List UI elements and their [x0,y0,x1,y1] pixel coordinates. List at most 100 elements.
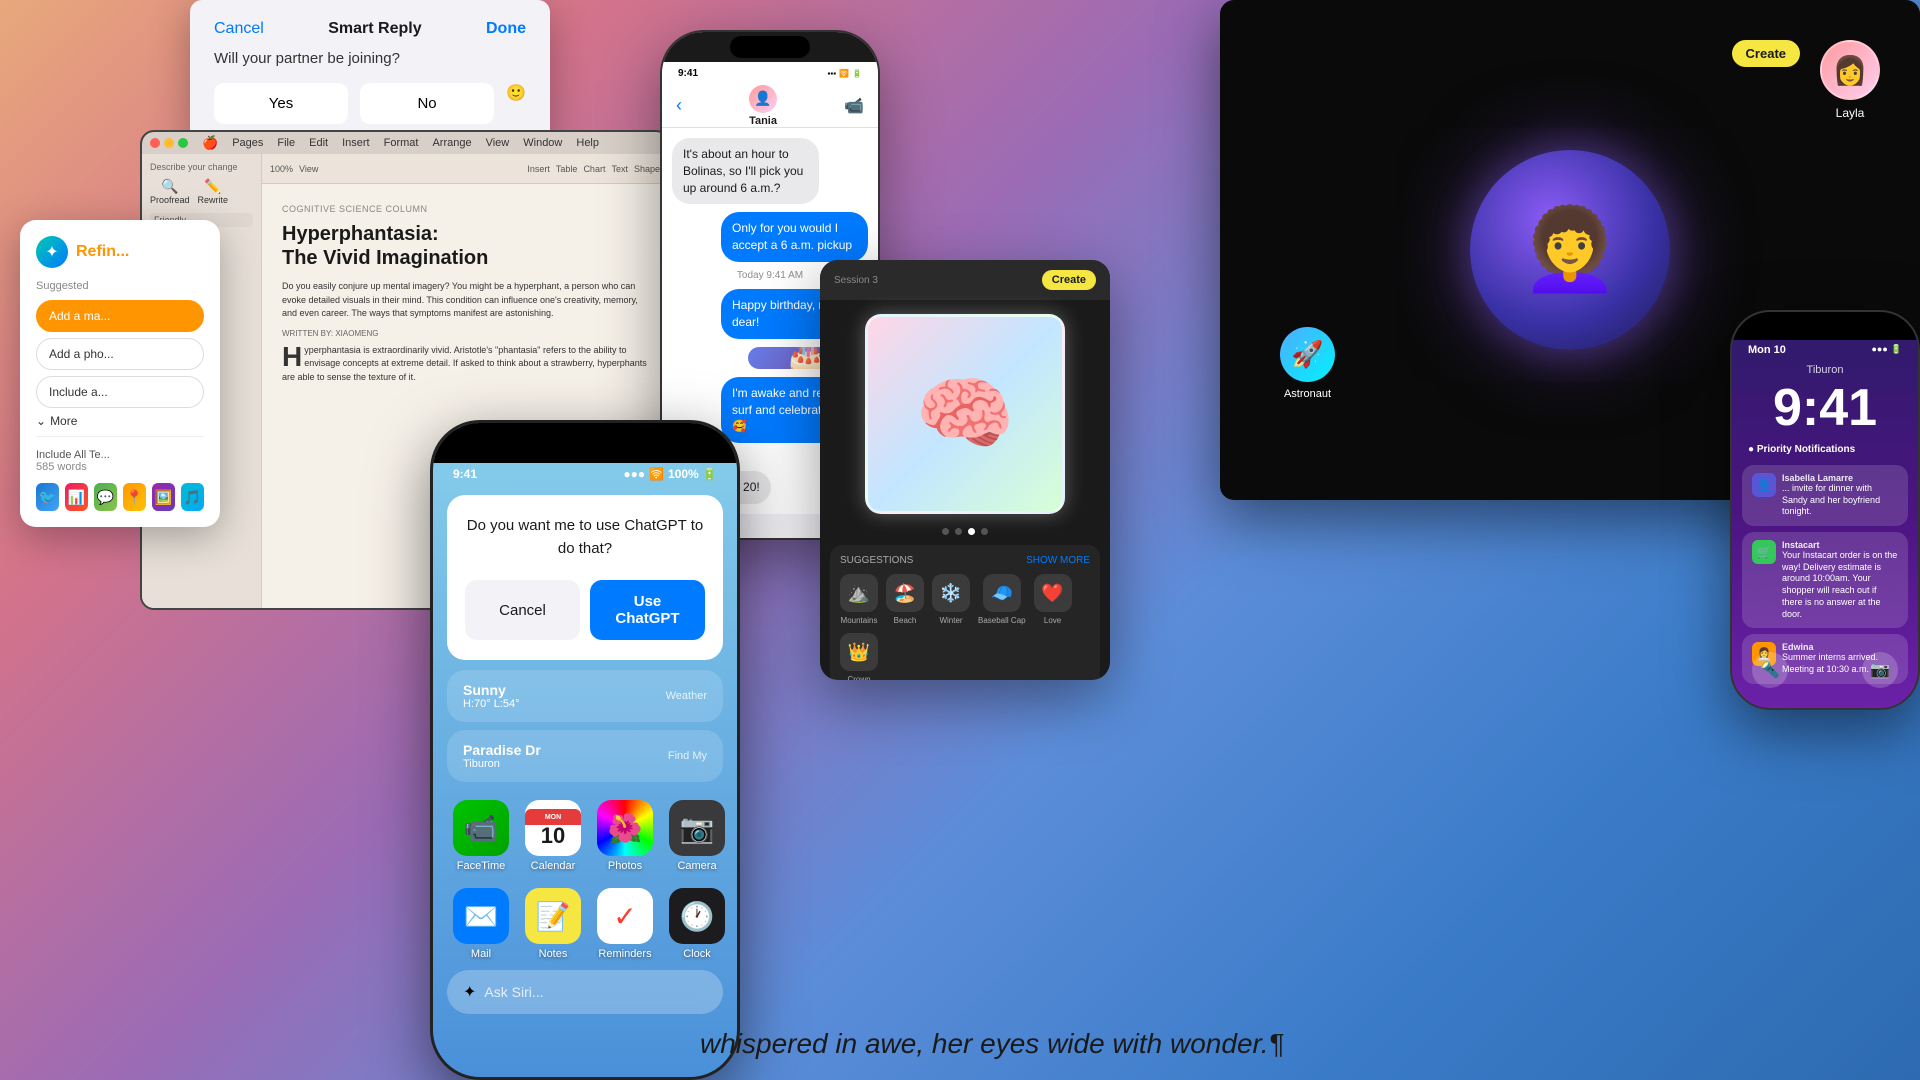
video-call-btn[interactable]: 📹 [844,96,864,116]
menu-format[interactable]: Format [384,137,419,149]
winter-icon: ❄️ [932,574,970,612]
app-icon-5[interactable]: 🖼️ [152,483,175,511]
weather-widget[interactable]: Sunny H:70° L:54° Weather [447,670,723,722]
menu-file[interactable]: File [277,137,295,149]
home-dynamic-island [535,429,635,457]
suggestion-beach[interactable]: 🏖️ Beach [886,574,924,625]
camera-label: Camera [677,860,716,872]
iphone-top-notch [662,32,878,62]
close-btn[interactable] [150,138,160,148]
include-btn[interactable]: Include a... [36,376,204,408]
word-count: 585 words [36,461,204,473]
baseball-cap-label: Baseball Cap [978,616,1026,625]
suggestion-crown[interactable]: 👑 Crown [840,633,878,680]
chatgpt-use-btn[interactable]: Use ChatGPT [590,580,705,640]
view-btn[interactable]: View [299,164,318,174]
menu-edit[interactable]: Edit [309,137,328,149]
chart-btn[interactable]: Chart [583,164,605,174]
create-image-btn[interactable]: Create [1042,270,1096,290]
app-clock[interactable]: 🕐 Clock [669,888,725,960]
lock-bottom-controls: 🔦 📷 [1732,652,1918,688]
dot-3 [968,528,975,535]
shape-btn[interactable]: Shape [634,164,660,174]
insert-btn[interactable]: Insert [527,164,550,174]
menu-arrange[interactable]: Arrange [432,137,471,149]
chatgpt-buttons: Cancel Use ChatGPT [465,580,705,640]
lock-notif-1[interactable]: 👤 Isabella Lamarre ... invite for dinner… [1742,465,1908,526]
zoom-level[interactable]: 100% [270,164,293,174]
messages-back-btn[interactable]: ‹ [676,95,682,116]
app-icon-4[interactable]: 📍 [123,483,146,511]
add-map-btn[interactable]: Add a ma... [36,300,204,332]
text-btn[interactable]: Text [611,164,628,174]
image-gen-ipad: Session 3 Create 🧠 SUGGESTIONS SHOW MORE… [820,260,1110,680]
messages-status-bar: 9:41 ▪▪▪ 🛜 🔋 [662,62,878,84]
suggestion-love[interactable]: ❤️ Love [1034,574,1072,625]
app-photos[interactable]: 🌺 Photos [597,800,653,872]
app-facetime[interactable]: 📹 FaceTime [453,800,509,872]
home-wifi: 🛜 [649,467,664,481]
suggestion-baseball-cap[interactable]: 🧢 Baseball Cap [978,574,1026,625]
contact-info[interactable]: 👤 Tania [749,85,777,127]
mountains-icon: ⛰️ [840,574,878,612]
app-icon-2[interactable]: 📊 [65,483,88,511]
lock-camera-icon[interactable]: 📷 [1862,652,1898,688]
flashlight-icon[interactable]: 🔦 [1752,652,1788,688]
table-btn[interactable]: Table [556,164,578,174]
siri-prompt: Ask Siri... [484,984,543,1000]
lock-notch [1732,312,1918,340]
find-my-widget[interactable]: Paradise Dr Tiburon Find My [447,730,723,782]
smart-reply-cancel-btn[interactable]: Cancel [214,20,264,38]
reminders-icon: ✓ [597,888,653,944]
chatgpt-cancel-btn[interactable]: Cancel [465,580,580,640]
suggestion-mountains[interactable]: ⛰️ Mountains [840,574,878,625]
app-notes[interactable]: 📝 Notes [525,888,581,960]
signal-icon: ▪▪▪ [828,69,837,78]
app-icon-6[interactable]: 🎵 [181,483,204,511]
finder-icon[interactable]: 🐦 [36,483,59,511]
ai-panel-header: ✦ Refin... [36,236,204,268]
smart-reply-yes-btn[interactable]: Yes [214,83,348,124]
app-mail[interactable]: ✉️ Mail [453,888,509,960]
apple-menu[interactable]: 🍎 [202,135,218,151]
minimize-btn[interactable] [164,138,174,148]
smart-reply-no-btn[interactable]: No [360,83,494,124]
proofread-rewrite: 🔍 Proofread ✏️ Rewrite [150,178,253,205]
beach-label: Beach [894,616,917,625]
siri-bar[interactable]: ✦ Ask Siri... [447,970,723,1014]
add-photo-btn[interactable]: Add a pho... [36,338,204,370]
menu-help[interactable]: Help [576,137,599,149]
app-icon-3[interactable]: 💬 [94,483,117,511]
show-more-btn[interactable]: SHOW MORE [1026,555,1090,566]
menu-view[interactable]: View [486,137,510,149]
menu-window[interactable]: Window [523,137,562,149]
smart-reply-question: Will your partner be joining? [214,50,526,67]
app-calendar[interactable]: MON 10 Calendar [525,800,581,872]
app-reminders[interactable]: ✓ Reminders [597,888,653,960]
menu-pages[interactable]: Pages [232,137,263,149]
session-label: Session 3 [834,275,878,286]
include-all-text: Include All Te... [36,449,204,461]
app-grid: 📹 FaceTime MON 10 Calendar 🌺 Photos 📷 Ca… [433,790,737,970]
smart-reply-done-btn[interactable]: Done [486,20,526,38]
rewrite-btn[interactable]: ✏️ Rewrite [198,178,229,205]
beach-icon: 🏖️ [886,574,924,612]
more-options-btn[interactable]: ⌄ More [36,414,204,428]
find-my-city2: Tiburon [463,758,541,770]
maximize-btn[interactable] [178,138,188,148]
bottom-text: whispered in awe, her eyes wide with won… [700,1028,1920,1060]
dot-2 [955,528,962,535]
proofread-btn[interactable]: 🔍 Proofread [150,178,190,205]
suggestion-winter[interactable]: ❄️ Winter [932,574,970,625]
baseball-cap-icon: 🧢 [983,574,1021,612]
ai-panel-title: Refin... [76,243,129,261]
dark-create-btn[interactable]: Create [1732,40,1800,67]
ai-suggestions-label: Suggested [36,280,204,292]
astronaut-name: Astronaut [1284,388,1331,400]
app-camera[interactable]: 📷 Camera [669,800,725,872]
clock-label: Clock [683,948,711,960]
astronaut-profile: 🚀 Astronaut [1280,327,1335,400]
priority-notif-header: ● Priority Notifications [1742,440,1908,459]
lock-notif-2[interactable]: 🛒 Instacart Your Instacart order is on t… [1742,532,1908,628]
menu-insert[interactable]: Insert [342,137,370,149]
